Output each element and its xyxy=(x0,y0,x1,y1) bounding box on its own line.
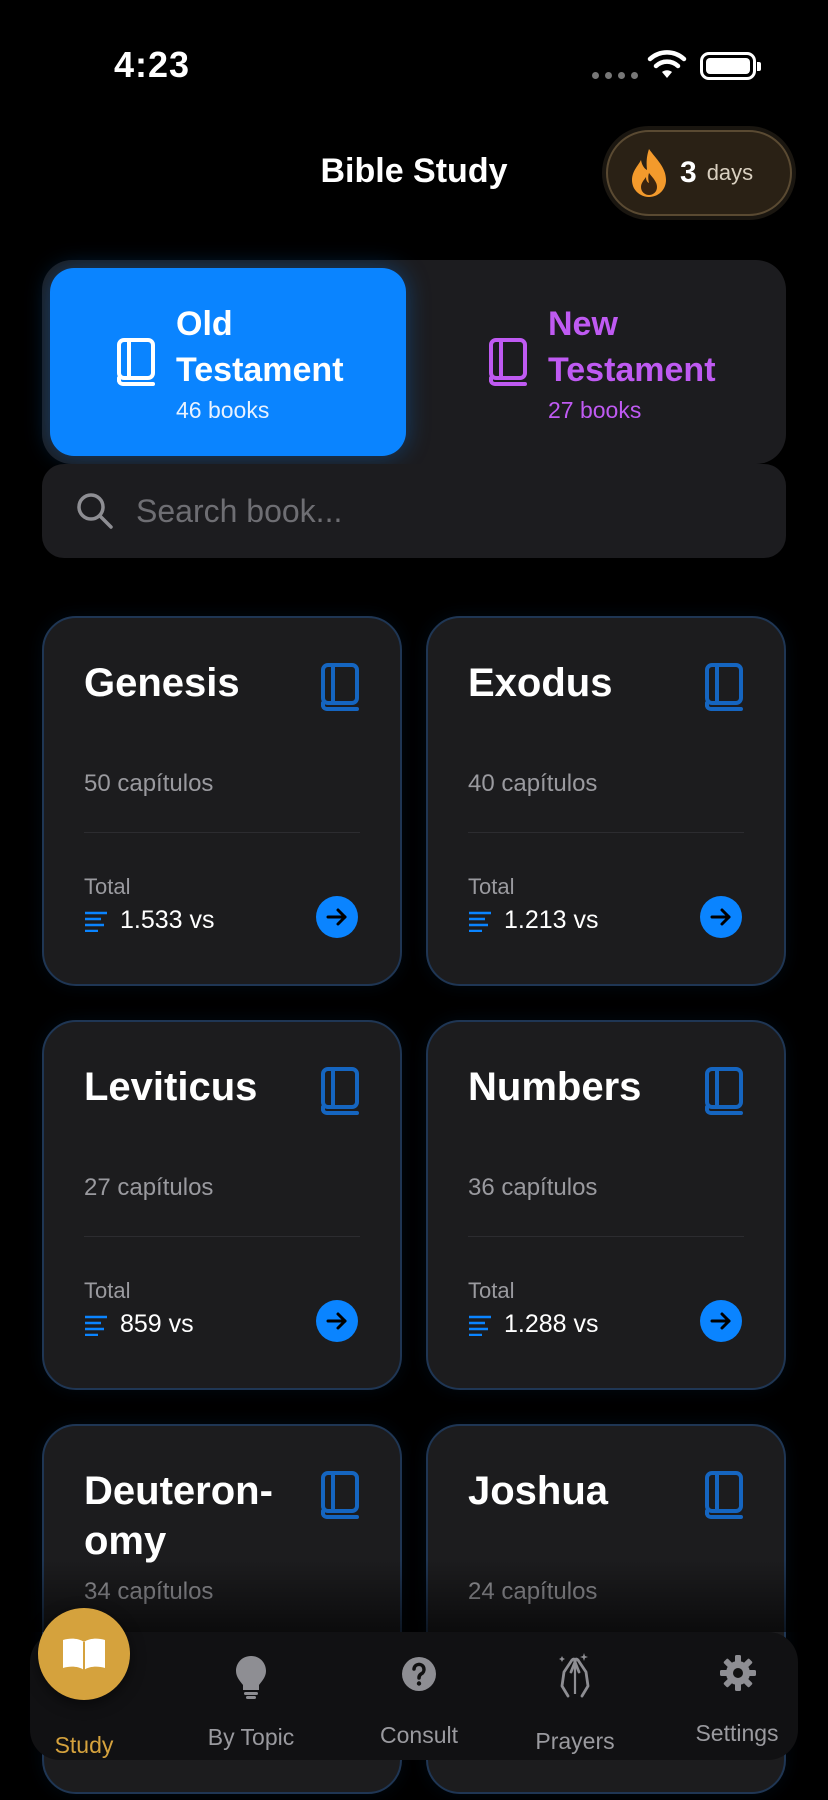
tab-prayers[interactable]: Prayers xyxy=(500,1632,650,1760)
arrow-right-icon xyxy=(326,1312,347,1330)
book-chapters: 36 capítulos xyxy=(468,1174,598,1201)
tab-settings[interactable]: Settings xyxy=(662,1632,812,1760)
search-bar xyxy=(42,464,786,558)
verse-count: 1.288 vs xyxy=(504,1310,599,1338)
arrow-right-icon xyxy=(326,908,347,926)
book-chapters: 24 capítulos xyxy=(468,1578,598,1605)
book-card-exodus[interactable]: Exodus 40 capítulos Total 1.213 vs xyxy=(426,616,786,986)
book-title: Numbers xyxy=(468,1065,642,1109)
tab-bar: By Topic Consult Prayers Settings xyxy=(30,1632,798,1760)
testament-book-count: 46 books xyxy=(176,396,270,423)
book-card-genesis[interactable]: Genesis 50 capítulos Total 1.533 vs xyxy=(42,616,402,986)
open-book-button[interactable] xyxy=(700,1300,742,1342)
lightbulb-icon xyxy=(236,1656,266,1699)
tab-label-study: Study xyxy=(54,1732,114,1758)
book-title: Joshua xyxy=(468,1469,609,1513)
search-icon xyxy=(77,493,113,529)
tab-label: Consult xyxy=(380,1722,458,1748)
book-icon xyxy=(321,1067,359,1115)
streak-unit: days xyxy=(706,160,754,185)
text-lines-icon xyxy=(469,1315,491,1336)
text-lines-icon xyxy=(469,911,491,932)
book-chapters: 50 capítulos xyxy=(84,770,214,797)
book-title: Deuteron-omy xyxy=(84,1469,273,1563)
testament-name: Old Testament xyxy=(176,304,344,389)
search-input[interactable] xyxy=(136,492,736,530)
question-icon xyxy=(402,1657,436,1691)
book-chapters: 40 capítulos xyxy=(468,770,598,797)
status-bar: 4:23 xyxy=(0,0,828,120)
book-icon xyxy=(321,1471,359,1519)
streak-badge[interactable]: 3 days xyxy=(606,130,792,216)
text-lines-icon xyxy=(85,1315,107,1336)
divider xyxy=(468,832,744,833)
book-title: Genesis xyxy=(84,661,240,705)
testament-toggle: Old Testament 46 books New Testament 27 … xyxy=(42,260,786,464)
verse-count: 1.213 vs xyxy=(504,906,599,934)
book-chapters: 27 capítulos xyxy=(84,1174,214,1201)
tab-study[interactable] xyxy=(38,1608,130,1700)
book-card-leviticus[interactable]: Leviticus 27 capítulos Total 859 vs xyxy=(42,1020,402,1390)
tab-by-topic[interactable]: By Topic xyxy=(176,1632,326,1760)
book-card-numbers[interactable]: Numbers 36 capítulos Total 1.288 vs xyxy=(426,1020,786,1390)
book-icon xyxy=(489,338,527,386)
book-icon xyxy=(705,1471,743,1519)
total-label: Total xyxy=(468,1278,515,1303)
wifi-icon xyxy=(647,50,687,78)
total-label: Total xyxy=(468,874,515,899)
open-book-icon xyxy=(63,1638,105,1670)
verse-count: 859 vs xyxy=(120,1310,194,1338)
divider xyxy=(468,1236,744,1237)
new-testament-tab[interactable]: New Testament 27 books xyxy=(422,268,778,456)
book-chapters: 34 capítulos xyxy=(84,1578,214,1605)
book-icon xyxy=(321,663,359,711)
tab-consult[interactable]: Consult xyxy=(344,1632,494,1760)
praying-hands-icon xyxy=(559,1653,590,1698)
battery-icon xyxy=(700,52,761,80)
text-lines-icon xyxy=(85,911,107,932)
verse-count: 1.533 vs xyxy=(120,906,215,934)
testament-name: New Testament xyxy=(548,304,716,389)
testament-book-count: 27 books xyxy=(548,396,642,423)
arrow-right-icon xyxy=(710,908,731,926)
divider xyxy=(84,1236,360,1237)
tab-label: By Topic xyxy=(207,1724,295,1750)
total-label: Total xyxy=(84,1278,131,1303)
old-testament-tab[interactable]: Old Testament 46 books xyxy=(50,268,406,456)
tab-label: Settings xyxy=(695,1720,779,1746)
open-book-button[interactable] xyxy=(316,896,358,938)
flame-icon xyxy=(632,149,666,197)
book-icon xyxy=(117,338,155,386)
book-title: Exodus xyxy=(468,661,613,705)
tab-label: Prayers xyxy=(535,1728,615,1754)
streak-count: 3 xyxy=(680,156,697,189)
book-icon xyxy=(705,663,743,711)
book-title: Leviticus xyxy=(84,1065,258,1109)
open-book-button[interactable] xyxy=(700,896,742,938)
status-time: 4:23 xyxy=(114,44,191,85)
gear-icon xyxy=(720,1655,756,1691)
cellular-signal-icon xyxy=(592,72,638,79)
book-icon xyxy=(705,1067,743,1115)
divider xyxy=(84,832,360,833)
open-book-button[interactable] xyxy=(316,1300,358,1342)
total-label: Total xyxy=(84,874,131,899)
arrow-right-icon xyxy=(710,1312,731,1330)
